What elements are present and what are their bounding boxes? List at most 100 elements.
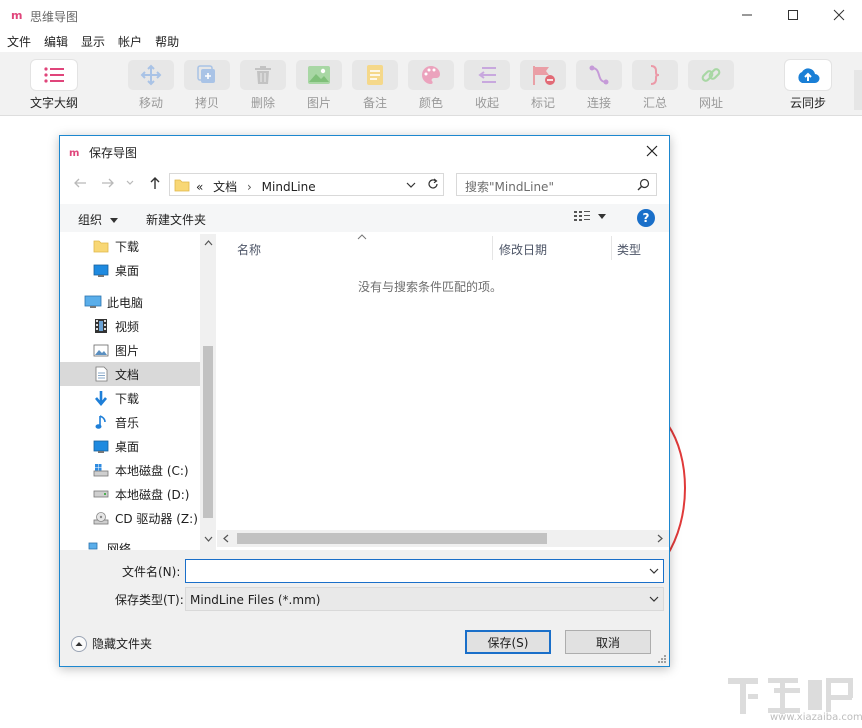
menu-edit[interactable]: 编辑 [43,30,74,52]
view-options-button[interactable] [574,210,606,222]
column-separator[interactable] [611,236,612,260]
organize-button[interactable]: 组织 [78,211,118,228]
nav-item-pictures[interactable]: 图片 [60,338,200,362]
up-button[interactable] [145,174,165,192]
nav-item-desktop[interactable]: 桌面 [60,434,200,458]
download-icon [95,391,107,406]
dialog-close-button[interactable] [639,140,665,162]
nav-label: 桌面 [115,263,140,278]
nav-item-network[interactable]: 网络 [60,536,200,550]
url-button[interactable]: 网址 [683,60,739,112]
nav-item-desktop-quick[interactable]: 桌面 [60,258,200,282]
nav-label: 视频 [115,319,140,334]
sort-ascending-icon [357,234,367,240]
svg-text:m: m [11,9,22,22]
tool-label: 汇总 [642,96,667,110]
refresh-button[interactable] [423,174,443,194]
back-button[interactable] [70,174,90,192]
connect-button[interactable]: 连接 [571,60,627,112]
delete-button[interactable]: 删除 [235,60,291,112]
nav-item-documents[interactable]: 文档 [60,362,200,386]
save-dialog: m 保存导图 « 文档 › MindLine 搜索"MindLine" 组织 新… [59,135,670,667]
folder-icon [93,240,109,253]
minimize-button[interactable] [724,0,770,30]
note-button[interactable]: 备注 [347,60,403,112]
column-header-name[interactable]: 名称 [237,234,261,260]
image-button[interactable]: 图片 [291,60,347,112]
forward-button[interactable] [98,174,118,192]
column-header-modified[interactable]: 修改日期 [499,234,547,260]
desktop-icon [93,440,109,453]
nav-item-this-pc[interactable]: 此电脑 [60,290,200,314]
breadcrumb-item-documents[interactable]: 文档 [213,180,237,194]
nav-pane-scrollbar[interactable] [200,234,216,550]
nav-item-drive-d[interactable]: 本地磁盘 (D:) [60,482,200,506]
tool-label: 拷贝 [194,96,219,110]
chevron-down-icon[interactable] [649,568,659,574]
link-icon [701,68,721,82]
scrollbar-thumb[interactable] [237,533,547,544]
nav-item-music[interactable]: 音乐 [60,410,200,434]
chevron-left-icon[interactable] [223,534,229,543]
menu-account[interactable]: 帐户 [117,30,148,52]
filetype-select[interactable]: MindLine Files (*.mm) [185,587,664,611]
filetype-label: 保存类型(T): [115,593,184,607]
cancel-button[interactable]: 取消 [565,630,651,654]
folder-icon [174,179,190,192]
copy-button[interactable]: 拷贝 [179,60,235,112]
menu-help[interactable]: 帮助 [154,30,185,52]
nav-item-drive-c[interactable]: 本地磁盘 (C:) [60,458,200,482]
nav-item-videos[interactable]: 视频 [60,314,200,338]
music-icon [95,415,106,429]
scroll-up-button[interactable] [203,238,213,248]
caret-down-icon [598,213,606,219]
menu-view[interactable]: 显示 [80,30,111,52]
help-button[interactable]: ? [637,209,655,227]
collapse-button[interactable]: 收起 [459,60,515,112]
drive-icon [93,490,109,498]
video-icon [95,319,107,333]
flag-button[interactable]: 标记 [515,60,571,112]
address-dropdown-button[interactable] [403,177,419,193]
breadcrumb-overflow[interactable]: « [196,180,203,194]
new-folder-button[interactable]: 新建文件夹 [146,211,206,228]
color-button[interactable]: 颜色 [403,60,459,112]
empty-folder-message: 没有与搜索条件匹配的项。 [357,280,502,294]
scrollbar-thumb[interactable] [203,346,213,518]
save-form-area: 文件名(N): 保存类型(T): MindLine Files (*.mm) 隐… [60,550,669,666]
outline-button[interactable]: 文字大纲 [26,60,82,112]
close-app-button[interactable] [816,0,862,30]
search-box[interactable]: 搜索"MindLine" [456,173,657,196]
chevron-down-icon [204,536,212,542]
address-bar[interactable]: « 文档 › MindLine [169,173,444,196]
save-button[interactable]: 保存(S) [465,630,551,654]
app-title: 思维导图 [30,10,79,24]
maximize-button[interactable] [770,0,816,30]
column-separator[interactable] [492,236,493,260]
search-icon [637,178,650,191]
app-titlebar: m 思维导图 [0,0,862,30]
computer-icon [84,295,102,308]
recent-dropdown-button[interactable] [120,174,140,192]
scroll-down-button[interactable] [203,534,213,544]
summary-button[interactable]: 汇总 [627,60,683,112]
cloud-sync-button[interactable]: 云同步 [780,60,836,112]
chevron-down-icon [406,182,416,188]
chevron-up-icon [75,641,83,646]
app-logo-icon: m [11,9,22,22]
hide-folders-toggle[interactable]: 隐藏文件夹 [71,635,152,652]
chevron-right-icon[interactable] [657,534,663,543]
breadcrumb-item-mindline[interactable]: MindLine [262,180,316,194]
filename-input[interactable] [185,559,664,583]
nav-item-downloads[interactable]: 下载 [60,386,200,410]
refresh-icon [428,178,438,189]
dialog-title: 保存导图 [89,146,138,160]
resize-grip-icon[interactable] [657,654,667,664]
file-list-hscrollbar[interactable] [217,530,669,547]
menu-file[interactable]: 文件 [6,30,37,52]
column-header-type[interactable]: 类型 [617,234,641,260]
trash-icon [255,66,271,84]
nav-item-cd-drive[interactable]: CD 驱动器 (Z:) [60,506,200,530]
nav-item-downloads-quick[interactable]: 下载 [60,234,200,258]
move-button[interactable]: 移动 [123,60,179,112]
